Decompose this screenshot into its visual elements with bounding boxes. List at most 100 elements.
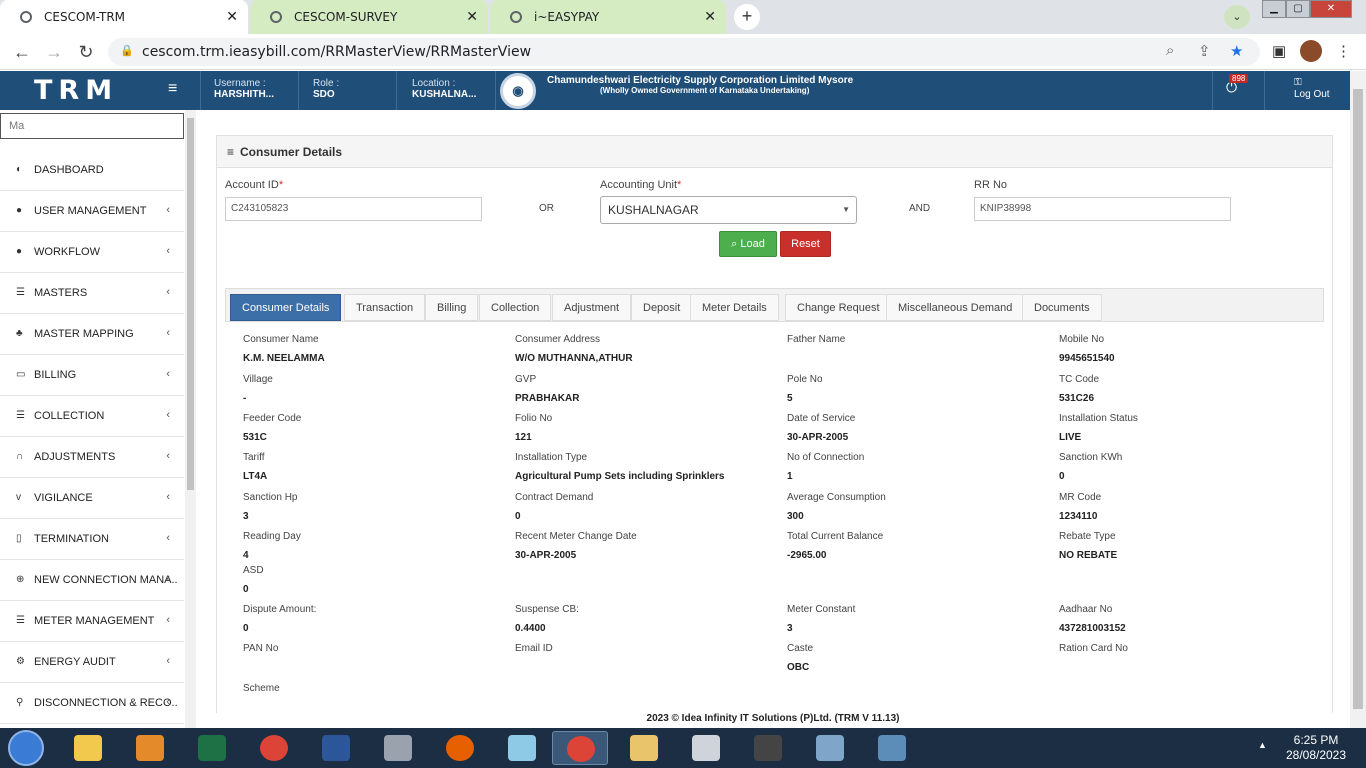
sidebar-item-vigilance[interactable]: ᴠ VIGILANCE ‹	[0, 478, 184, 519]
browser-tab-easypay[interactable]: i~EASYPAY ✕	[490, 0, 726, 34]
sidebar-item-billing[interactable]: ▭ BILLING ‹	[0, 355, 184, 396]
lock-icon: 🔒	[120, 45, 134, 57]
taskbar-firefox[interactable]	[432, 731, 488, 765]
detail-value: LIVE	[1059, 432, 1082, 443]
detail-label: Village	[243, 374, 273, 385]
list-icon: ☰	[16, 410, 25, 421]
main-content: ≡ Consumer Details Account ID* C243105823…	[196, 110, 1350, 735]
bookmark-star-icon[interactable]: ★	[1230, 42, 1243, 60]
sidebar-item-meter-management[interactable]: ☰ METER MANAGEMENT ‹	[0, 601, 184, 642]
sidebar-item-user-management[interactable]: ● USER MANAGEMENT ‹	[0, 191, 184, 232]
detail-value: 531C26	[1059, 393, 1095, 404]
sidebar-item-energy-audit[interactable]: ⚙ ENERGY AUDIT ‹	[0, 642, 184, 683]
address-bar[interactable]: 🔒 cescom.trm.ieasybill.com/RRMasterView/…	[108, 38, 1260, 66]
tab-miscellaneous-demand[interactable]: Miscellaneous Demand	[886, 294, 1025, 321]
chevron-left-icon: ‹	[166, 491, 170, 503]
reload-icon[interactable]: ↻	[74, 40, 98, 64]
scrollbar-thumb[interactable]	[187, 118, 194, 490]
window-close-icon[interactable]: ✕	[1310, 0, 1352, 18]
detail-label: Consumer Address	[515, 334, 601, 345]
tray-expand-icon[interactable]: ▲	[1258, 740, 1267, 750]
sidebar-item-label: WORKFLOW	[34, 246, 100, 258]
scrollbar-thumb[interactable]	[1353, 89, 1363, 709]
close-tab-icon[interactable]: ✕	[466, 0, 478, 34]
taskbar-notepad[interactable]	[494, 731, 550, 765]
tab-deposit[interactable]: Deposit	[631, 294, 693, 321]
detail-label: Contract Demand	[515, 492, 594, 503]
account-id-input[interactable]: C243105823	[225, 197, 482, 221]
location-label: Location :	[412, 78, 456, 89]
taskbar-chrome[interactable]	[246, 731, 302, 765]
system-clock[interactable]: 6:25 PM 28/08/2023	[1276, 733, 1356, 763]
sidebar-item-label: DISCONNECTION & RECO..	[34, 697, 178, 709]
tab-adjustment[interactable]: Adjustment	[552, 294, 632, 321]
taskbar-excel[interactable]	[184, 731, 240, 765]
kebab-menu-icon[interactable]: ⋮	[1336, 42, 1351, 60]
corporation-name: Chamundeshwari Electricity Supply Corpor…	[547, 75, 854, 86]
profile-avatar[interactable]	[1300, 40, 1322, 62]
detail-label: Meter Constant	[787, 604, 856, 615]
taskbar-printer[interactable]	[740, 731, 796, 765]
logout-button[interactable]: ⚿ Log Out	[1294, 77, 1330, 101]
close-tab-icon[interactable]: ✕	[704, 0, 716, 34]
detail-value: 3	[787, 623, 793, 634]
forward-icon[interactable]: →	[42, 40, 66, 64]
taskbar-fax[interactable]	[678, 731, 734, 765]
detail-value: 300	[787, 511, 804, 522]
tab-collection[interactable]: Collection	[479, 294, 552, 321]
taskbar-word[interactable]	[308, 731, 364, 765]
start-button[interactable]	[8, 730, 44, 766]
globe-icon	[510, 11, 522, 23]
share-icon[interactable]: ⇪	[1198, 42, 1211, 60]
sidebar-item-dashboard[interactable]: ◐ DASHBOARD	[0, 150, 184, 191]
header-divider	[1212, 71, 1213, 110]
load-button[interactable]: ⌕ Load	[719, 231, 777, 257]
tab-documents[interactable]: Documents	[1022, 294, 1102, 321]
sidebar-scrollbar[interactable]	[185, 110, 196, 728]
sidebar-item-termination[interactable]: ▯ TERMINATION ‹	[0, 519, 184, 560]
sidebar-item-masters[interactable]: ☰ MASTERS ‹	[0, 273, 184, 314]
tab-meter-details[interactable]: Meter Details	[690, 294, 779, 321]
sidebar-item-master-mapping[interactable]: ♣ MASTER MAPPING ‹	[0, 314, 184, 355]
browser-tab-strip: CESCOM-TRM ✕ CESCOM-SURVEY ✕ i~EASYPAY ✕…	[0, 0, 1366, 34]
hamburger-menu-icon[interactable]: ≡	[168, 80, 177, 98]
tab-change-request[interactable]: Change Request	[785, 294, 892, 321]
sidebar-item-new-connection-mana[interactable]: ⊕ NEW CONNECTION MANA.. ‹	[0, 560, 184, 601]
zoom-icon[interactable]: ⌕	[1166, 42, 1174, 59]
browser-tab-cescom-trm[interactable]: CESCOM-TRM ✕	[0, 0, 248, 34]
minimize-icon[interactable]: ▁	[1262, 0, 1286, 18]
detail-asd: ASD 0	[243, 565, 264, 595]
tab-billing[interactable]: Billing	[425, 294, 479, 321]
detail-label: No of Connection	[787, 452, 865, 463]
page-scrollbar[interactable]	[1350, 71, 1366, 728]
accounting-unit-select[interactable]: KUSHALNAGAR ▼	[600, 196, 857, 224]
maximize-icon[interactable]: ▢	[1286, 0, 1310, 18]
taskbar-notes-app[interactable]	[60, 731, 116, 765]
chevron-down-icon[interactable]: ⌄	[1224, 5, 1250, 29]
menu-search-input[interactable]	[0, 113, 184, 139]
sidebar-item-disconnection-reco[interactable]: ⚲ DISCONNECTION & RECO.. ‹	[0, 683, 184, 724]
sidebar-item-adjustments[interactable]: ∩ ADJUSTMENTS ‹	[0, 437, 184, 478]
taskbar-picture[interactable]	[864, 731, 920, 765]
back-icon[interactable]: ←	[10, 40, 34, 64]
tab-transaction[interactable]: Transaction	[344, 294, 426, 321]
taskbar-chrome-active[interactable]	[552, 731, 608, 765]
side-panel-icon[interactable]: ▣	[1272, 42, 1286, 60]
detail-value: 0	[1059, 471, 1065, 482]
browser-tab-cescom-survey[interactable]: CESCOM-SURVEY ✕	[250, 0, 488, 34]
rr-no-input[interactable]: KNIP38998	[974, 197, 1231, 221]
new-tab-button[interactable]: +	[734, 4, 760, 30]
sidebar-item-workflow[interactable]: ● WORKFLOW ‹	[0, 232, 184, 273]
detail-value: NO REBATE	[1059, 550, 1118, 561]
reset-button[interactable]: Reset	[780, 231, 831, 257]
taskbar-network[interactable]	[802, 731, 858, 765]
close-tab-icon[interactable]: ✕	[226, 0, 238, 34]
dashboard-icon: ◐	[16, 164, 23, 175]
sidebar-item-collection[interactable]: ☰ COLLECTION ‹	[0, 396, 184, 437]
taskbar-media-player[interactable]	[122, 731, 178, 765]
taskbar-explorer[interactable]	[616, 731, 672, 765]
detail-sanction-hp: Sanction Hp 3	[243, 492, 297, 522]
role-value: SDO	[313, 89, 335, 100]
tab-consumer-details[interactable]: Consumer Details	[230, 294, 342, 321]
taskbar-calculator[interactable]	[370, 731, 426, 765]
